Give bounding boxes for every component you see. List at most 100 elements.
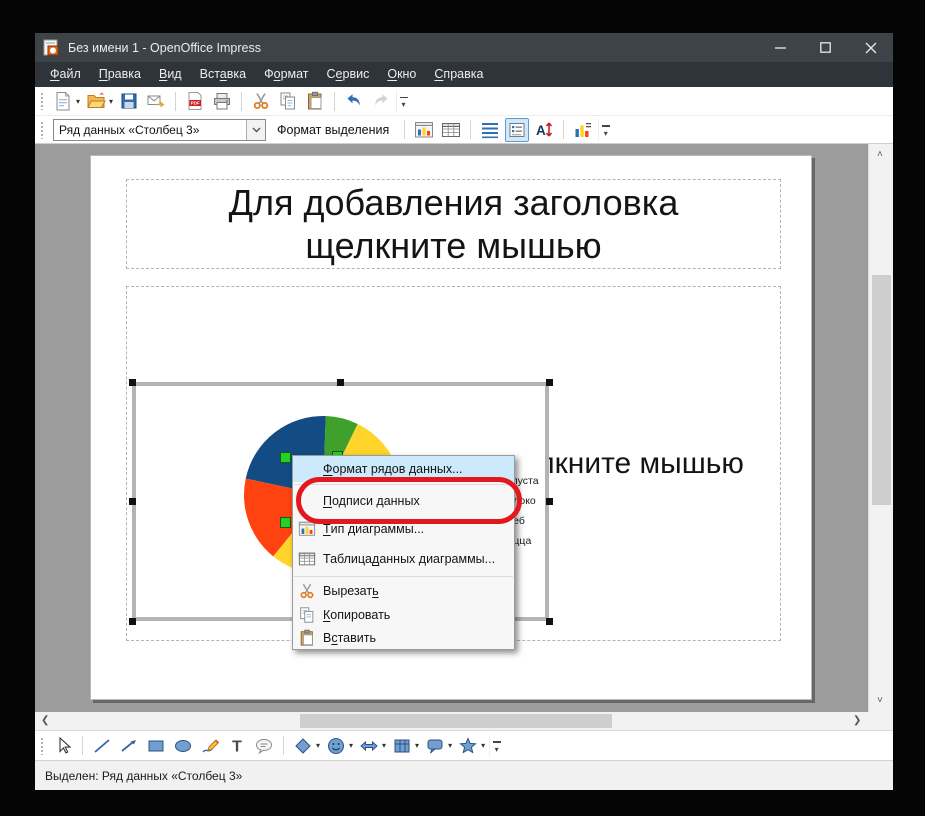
callouts-button[interactable]: [423, 734, 447, 758]
menu-tools[interactable]: Сервис: [318, 62, 379, 87]
toolbar-overflow-button[interactable]: ▾: [396, 90, 410, 112]
resize-handle-top-middle[interactable]: [337, 379, 344, 386]
scroll-up-icon[interactable]: ˄: [877, 150, 883, 160]
series-selection-handle[interactable]: [280, 517, 291, 528]
open-button[interactable]: [84, 89, 108, 113]
data-table-icon: [298, 550, 316, 568]
new-document-button[interactable]: [51, 89, 75, 113]
close-button[interactable]: [848, 33, 893, 62]
minimize-button[interactable]: [758, 33, 803, 62]
copy-button[interactable]: [276, 89, 300, 113]
undo-button[interactable]: [342, 89, 366, 113]
context-menu-item-chart-type[interactable]: Тип диаграммы...: [293, 514, 514, 544]
cut-icon: [298, 582, 316, 600]
print-button[interactable]: [210, 89, 234, 113]
text-tool-button[interactable]: T: [225, 734, 249, 758]
menu-insert[interactable]: Вставка: [191, 62, 255, 87]
toolbar-separator: [334, 91, 336, 111]
context-menu-item-format-data-series[interactable]: Формат рядов данных...: [293, 456, 514, 482]
callout-tool-button[interactable]: [252, 734, 276, 758]
callouts-caret[interactable]: ▾: [448, 741, 452, 750]
scroll-right-icon[interactable]: ❯: [853, 716, 861, 726]
context-menu-item-copy[interactable]: Копировать: [293, 603, 514, 627]
resize-handle-bottom-right[interactable]: [546, 618, 553, 625]
arrow-tool-button[interactable]: [117, 734, 141, 758]
menu-help[interactable]: Справка: [425, 62, 492, 87]
menu-view[interactable]: Вид: [150, 62, 191, 87]
toolbar-overflow-button[interactable]: ▾: [598, 118, 612, 141]
chart-data-table-button[interactable]: [439, 118, 463, 142]
window-title: Без имени 1 - OpenOffice Impress: [68, 40, 261, 55]
menu-file[interactable]: Файл: [41, 62, 90, 87]
chart-toolbar: Ряд данных «Столбец 3» Формат выделения …: [35, 116, 893, 144]
chart-element-selector[interactable]: Ряд данных «Столбец 3»: [53, 118, 266, 141]
scrollbar-corner: [868, 712, 893, 730]
resize-handle-middle-left[interactable]: [129, 498, 136, 505]
drawing-toolbar: T ▾ ▾ ▾ ▾ ▾ ▾ ▾: [35, 730, 893, 760]
basic-shapes-button[interactable]: [291, 734, 315, 758]
menu-window[interactable]: Окно: [378, 62, 425, 87]
freeform-line-tool-button[interactable]: [198, 734, 222, 758]
resize-handle-middle-right[interactable]: [546, 498, 553, 505]
toolbar-grip[interactable]: [40, 92, 45, 110]
horizontal-grids-button[interactable]: [478, 118, 502, 142]
select-tool-button[interactable]: [51, 734, 75, 758]
toolbar-separator: [404, 120, 406, 139]
context-menu-separator: [294, 576, 513, 577]
context-menu-item-chart-data-table[interactable]: Таблица д анных диаграммы...: [293, 544, 514, 574]
symbol-shapes-button[interactable]: [324, 734, 348, 758]
chart-elements-button[interactable]: [571, 118, 595, 142]
chart-type-button[interactable]: [412, 118, 436, 142]
cut-button[interactable]: [249, 89, 273, 113]
chevron-down-icon[interactable]: [246, 119, 265, 140]
resize-handle-bottom-left[interactable]: [129, 618, 136, 625]
menu-bar: Файл Правка Вид Вставка Формат Сервис Ок…: [35, 62, 893, 87]
symbol-shapes-caret[interactable]: ▾: [349, 741, 353, 750]
block-arrows-caret[interactable]: ▾: [382, 741, 386, 750]
stars-button[interactable]: [456, 734, 480, 758]
toolbar-grip[interactable]: [40, 120, 45, 139]
horizontal-scrollbar[interactable]: ❮ ❯: [35, 712, 868, 730]
email-button[interactable]: [144, 89, 168, 113]
toolbar-separator: [82, 736, 83, 755]
flowchart-caret[interactable]: ▾: [415, 741, 419, 750]
context-menu-item-data-labels[interactable]: Подписи данных: [293, 487, 514, 514]
vertical-scroll-thumb[interactable]: [872, 275, 891, 505]
title-placeholder[interactable]: Для добавления заголовка щелкните мышью: [126, 179, 781, 269]
series-selection-handle[interactable]: [280, 452, 291, 463]
block-arrows-button[interactable]: [357, 734, 381, 758]
toolbar-separator: [283, 736, 284, 755]
save-button[interactable]: [117, 89, 141, 113]
context-menu: Формат рядов данных... Подписи данных Ти…: [292, 455, 515, 650]
line-tool-button[interactable]: [90, 734, 114, 758]
legend-toggle-button[interactable]: [505, 117, 530, 142]
basic-shapes-caret[interactable]: ▾: [316, 741, 320, 750]
flowchart-button[interactable]: [390, 734, 414, 758]
open-dropdown-caret[interactable]: ▾: [109, 97, 113, 106]
new-dropdown-caret[interactable]: ▾: [76, 97, 80, 106]
scroll-left-icon[interactable]: ❮: [41, 716, 49, 726]
context-menu-item-paste[interactable]: Вс тавить: [293, 627, 514, 649]
text-scale-button[interactable]: A: [532, 118, 556, 142]
svg-text:A: A: [536, 123, 546, 138]
ellipse-tool-button[interactable]: [171, 734, 195, 758]
resize-handle-top-right[interactable]: [546, 379, 553, 386]
maximize-button[interactable]: [803, 33, 848, 62]
context-menu-item-cut[interactable]: Вырезат ь: [293, 579, 514, 603]
stars-caret[interactable]: ▾: [481, 741, 485, 750]
toolbar-grip[interactable]: [40, 736, 45, 755]
paste-button[interactable]: [303, 89, 327, 113]
horizontal-scroll-thumb[interactable]: [300, 714, 612, 728]
menu-edit[interactable]: Правка: [90, 62, 150, 87]
context-menu-separator: [294, 484, 513, 485]
toolbar-overflow-button[interactable]: ▾: [489, 734, 503, 757]
scroll-down-icon[interactable]: ˅: [877, 696, 883, 706]
rectangle-tool-button[interactable]: [144, 734, 168, 758]
export-pdf-button[interactable]: PDF: [183, 89, 207, 113]
resize-handle-top-left[interactable]: [129, 379, 136, 386]
menu-format[interactable]: Формат: [255, 62, 317, 87]
status-selection-text: Выделен: Ряд данных «Столбец 3»: [45, 768, 243, 783]
redo-button[interactable]: [369, 89, 393, 113]
format-selection-button[interactable]: Формат выделения: [269, 120, 397, 140]
vertical-scrollbar[interactable]: ˄ ˅: [868, 144, 893, 712]
